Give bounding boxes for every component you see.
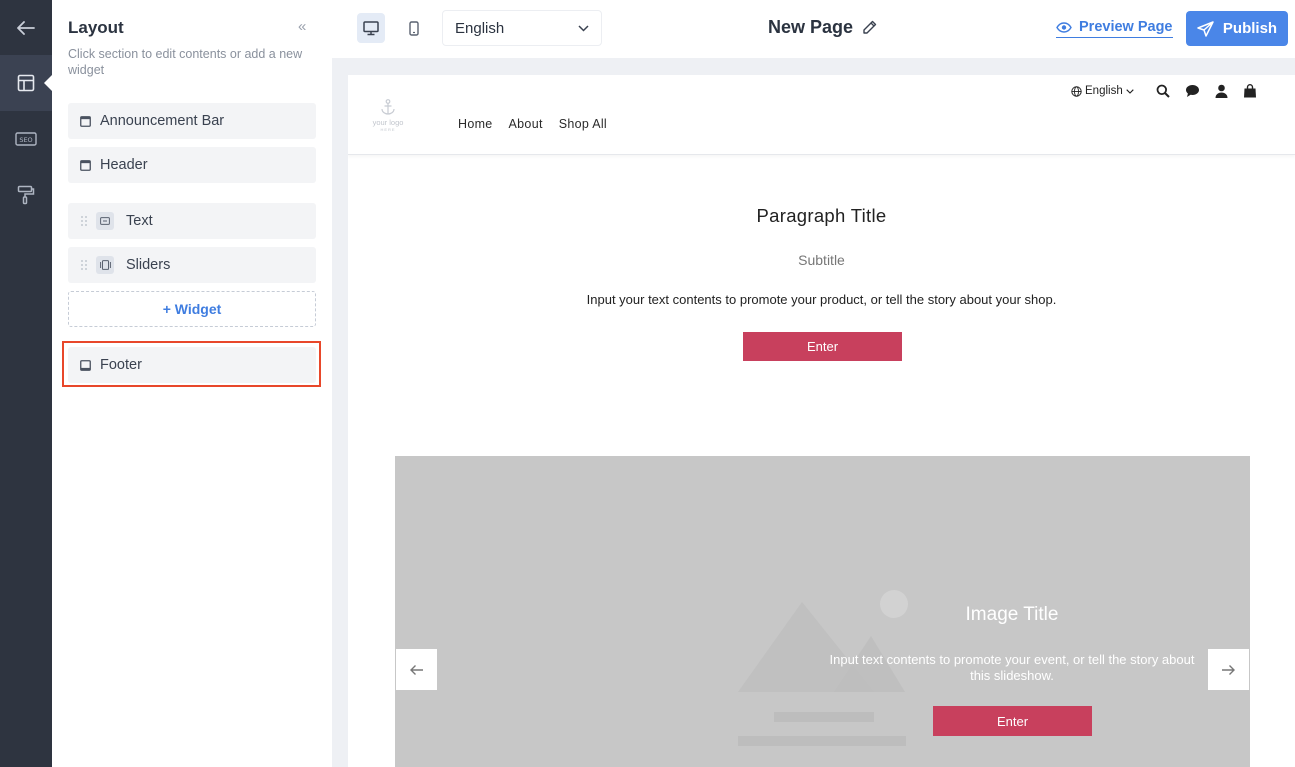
window-icon — [80, 159, 91, 171]
language-value: English — [455, 19, 505, 37]
panel-description: Click section to edit contents or add a … — [68, 47, 303, 77]
nav-shop-all[interactable]: Shop All — [559, 117, 607, 131]
site-nav: Home About Shop All — [458, 117, 607, 131]
anchor-icon — [381, 99, 395, 115]
slide-enter-button[interactable]: Enter — [933, 706, 1092, 736]
svg-text:SEO: SEO — [19, 136, 32, 144]
publish-label: Publish — [1222, 20, 1278, 37]
site-language-selector[interactable]: English — [1071, 85, 1134, 97]
footer-highlight-box — [62, 341, 321, 387]
editor-toolbar: English New Page Preview Page Publish — [332, 0, 1295, 58]
collapse-panel-icon[interactable]: « — [298, 18, 306, 35]
site-logo: your logo HERE — [366, 99, 410, 132]
arrow-left-icon — [17, 21, 35, 35]
widget-label: Sliders — [126, 257, 171, 273]
paint-roller-icon — [17, 185, 35, 205]
page-title: New Page — [768, 17, 854, 37]
preview-page-link[interactable]: Preview Page — [1056, 19, 1173, 38]
section-label: Header — [100, 157, 148, 173]
drag-handle-icon[interactable] — [80, 259, 88, 271]
chat-icon[interactable] — [1185, 84, 1200, 98]
section-announcement-bar[interactable]: Announcement Bar — [68, 103, 316, 139]
seo-nav-button[interactable]: SEO — [0, 111, 52, 167]
site-header[interactable]: your logo HERE Home About Shop All Engli… — [348, 75, 1295, 155]
paragraph-title: Paragraph Title — [756, 205, 887, 226]
mobile-icon — [409, 20, 419, 36]
nav-home[interactable]: Home — [458, 117, 493, 131]
arrow-left-icon — [410, 664, 423, 675]
layout-nav-button[interactable] — [0, 55, 52, 111]
paragraph-enter-button[interactable]: Enter — [743, 332, 902, 361]
site-utilities: English — [1071, 84, 1272, 98]
widget-label: Text — [126, 213, 153, 229]
search-icon[interactable] — [1156, 84, 1170, 98]
mobile-view-button[interactable] — [400, 13, 428, 43]
logo-subtext: HERE — [380, 127, 396, 132]
chevron-down-icon — [1126, 88, 1134, 94]
eye-icon — [1056, 21, 1072, 33]
layout-icon — [17, 74, 35, 92]
paragraph-body: Input your text contents to promote your… — [586, 292, 1057, 307]
arrow-right-icon — [1222, 664, 1235, 675]
slide-title: Image Title — [965, 604, 1059, 625]
back-button[interactable] — [0, 0, 52, 56]
slide-body: Input text contents to promote your even… — [829, 652, 1195, 683]
pencil-icon[interactable] — [861, 19, 878, 36]
desktop-icon — [363, 20, 379, 35]
slider-prev-button[interactable] — [396, 649, 437, 690]
page-preview-canvas[interactable]: your logo HERE Home About Shop All Engli… — [348, 75, 1295, 767]
site-language-label: English — [1085, 85, 1123, 97]
shopping-bag-icon[interactable] — [1243, 84, 1257, 98]
widget-sliders[interactable]: Sliders — [68, 247, 316, 283]
publish-button[interactable]: Publish — [1186, 11, 1288, 46]
widget-text[interactable]: Text — [68, 203, 316, 239]
nav-about[interactable]: About — [509, 117, 543, 131]
slider-next-button[interactable] — [1208, 649, 1249, 690]
add-widget-button[interactable]: + Widget — [68, 291, 316, 327]
paragraph-subtitle: Subtitle — [798, 252, 845, 268]
text-widget-icon — [96, 212, 114, 230]
section-label: Announcement Bar — [100, 113, 225, 129]
logo-text: your logo — [372, 118, 404, 127]
panel-title: Layout — [68, 18, 124, 37]
slider-widget-icon — [96, 256, 114, 274]
desktop-view-button[interactable] — [357, 13, 385, 43]
user-icon[interactable] — [1215, 84, 1228, 98]
section-header[interactable]: Header — [68, 147, 316, 183]
page-title-area: New Page — [768, 17, 878, 38]
window-icon — [80, 115, 91, 127]
preview-label: Preview Page — [1079, 19, 1173, 35]
drag-handle-icon[interactable] — [80, 215, 88, 227]
globe-icon — [1071, 85, 1082, 97]
image-slider[interactable]: Image Title Input text contents to promo… — [395, 456, 1250, 767]
language-select[interactable]: English — [442, 10, 602, 46]
chevron-down-icon — [578, 24, 589, 32]
left-rail: SEO — [0, 0, 52, 767]
seo-icon: SEO — [15, 132, 37, 146]
paper-plane-icon — [1197, 20, 1214, 37]
theme-nav-button[interactable] — [0, 167, 52, 223]
